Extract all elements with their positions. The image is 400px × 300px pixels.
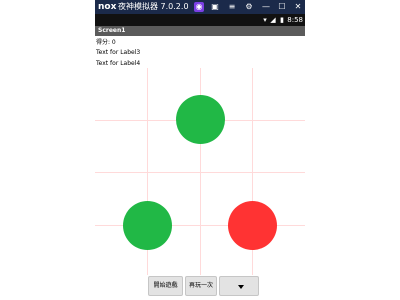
close-icon[interactable]: ✕ bbox=[293, 2, 303, 12]
screen-title: Screen1 bbox=[98, 27, 126, 34]
signal-icon: ◢ bbox=[270, 16, 276, 24]
battery-icon: ▮ bbox=[280, 16, 284, 24]
screen-title-bar bbox=[95, 26, 305, 36]
chevron-down-icon bbox=[238, 285, 244, 289]
play-again-button[interactable]: 再玩一次 bbox=[185, 276, 217, 296]
menu-icon[interactable]: ≡ bbox=[227, 2, 237, 12]
wifi-icon: ▾ bbox=[263, 16, 267, 24]
start-game-button[interactable]: 開始遊戲 bbox=[148, 276, 183, 296]
maximize-icon[interactable]: ☐ bbox=[277, 2, 287, 12]
keyboard-icon[interactable]: ▣ bbox=[210, 2, 220, 12]
score-label: 得分: 0 bbox=[96, 39, 116, 46]
nox-logo: nox bbox=[98, 2, 117, 12]
grid-line bbox=[95, 172, 305, 173]
label3: Text for Label3 bbox=[96, 49, 141, 56]
top-green-ball[interactable] bbox=[176, 95, 225, 144]
status-time: 8:58 bbox=[287, 16, 303, 24]
label4: Text for Label4 bbox=[96, 60, 141, 67]
settings-icon[interactable]: ⚙ bbox=[244, 2, 254, 12]
user-icon[interactable]: ◉ bbox=[194, 2, 204, 12]
bottom-right-red-ball[interactable] bbox=[228, 201, 277, 250]
minimize-icon[interactable]: — bbox=[261, 2, 271, 12]
bottom-left-green-ball[interactable] bbox=[123, 201, 172, 250]
emulator-title: 夜神模拟器 7.0.2.0 bbox=[118, 2, 189, 11]
